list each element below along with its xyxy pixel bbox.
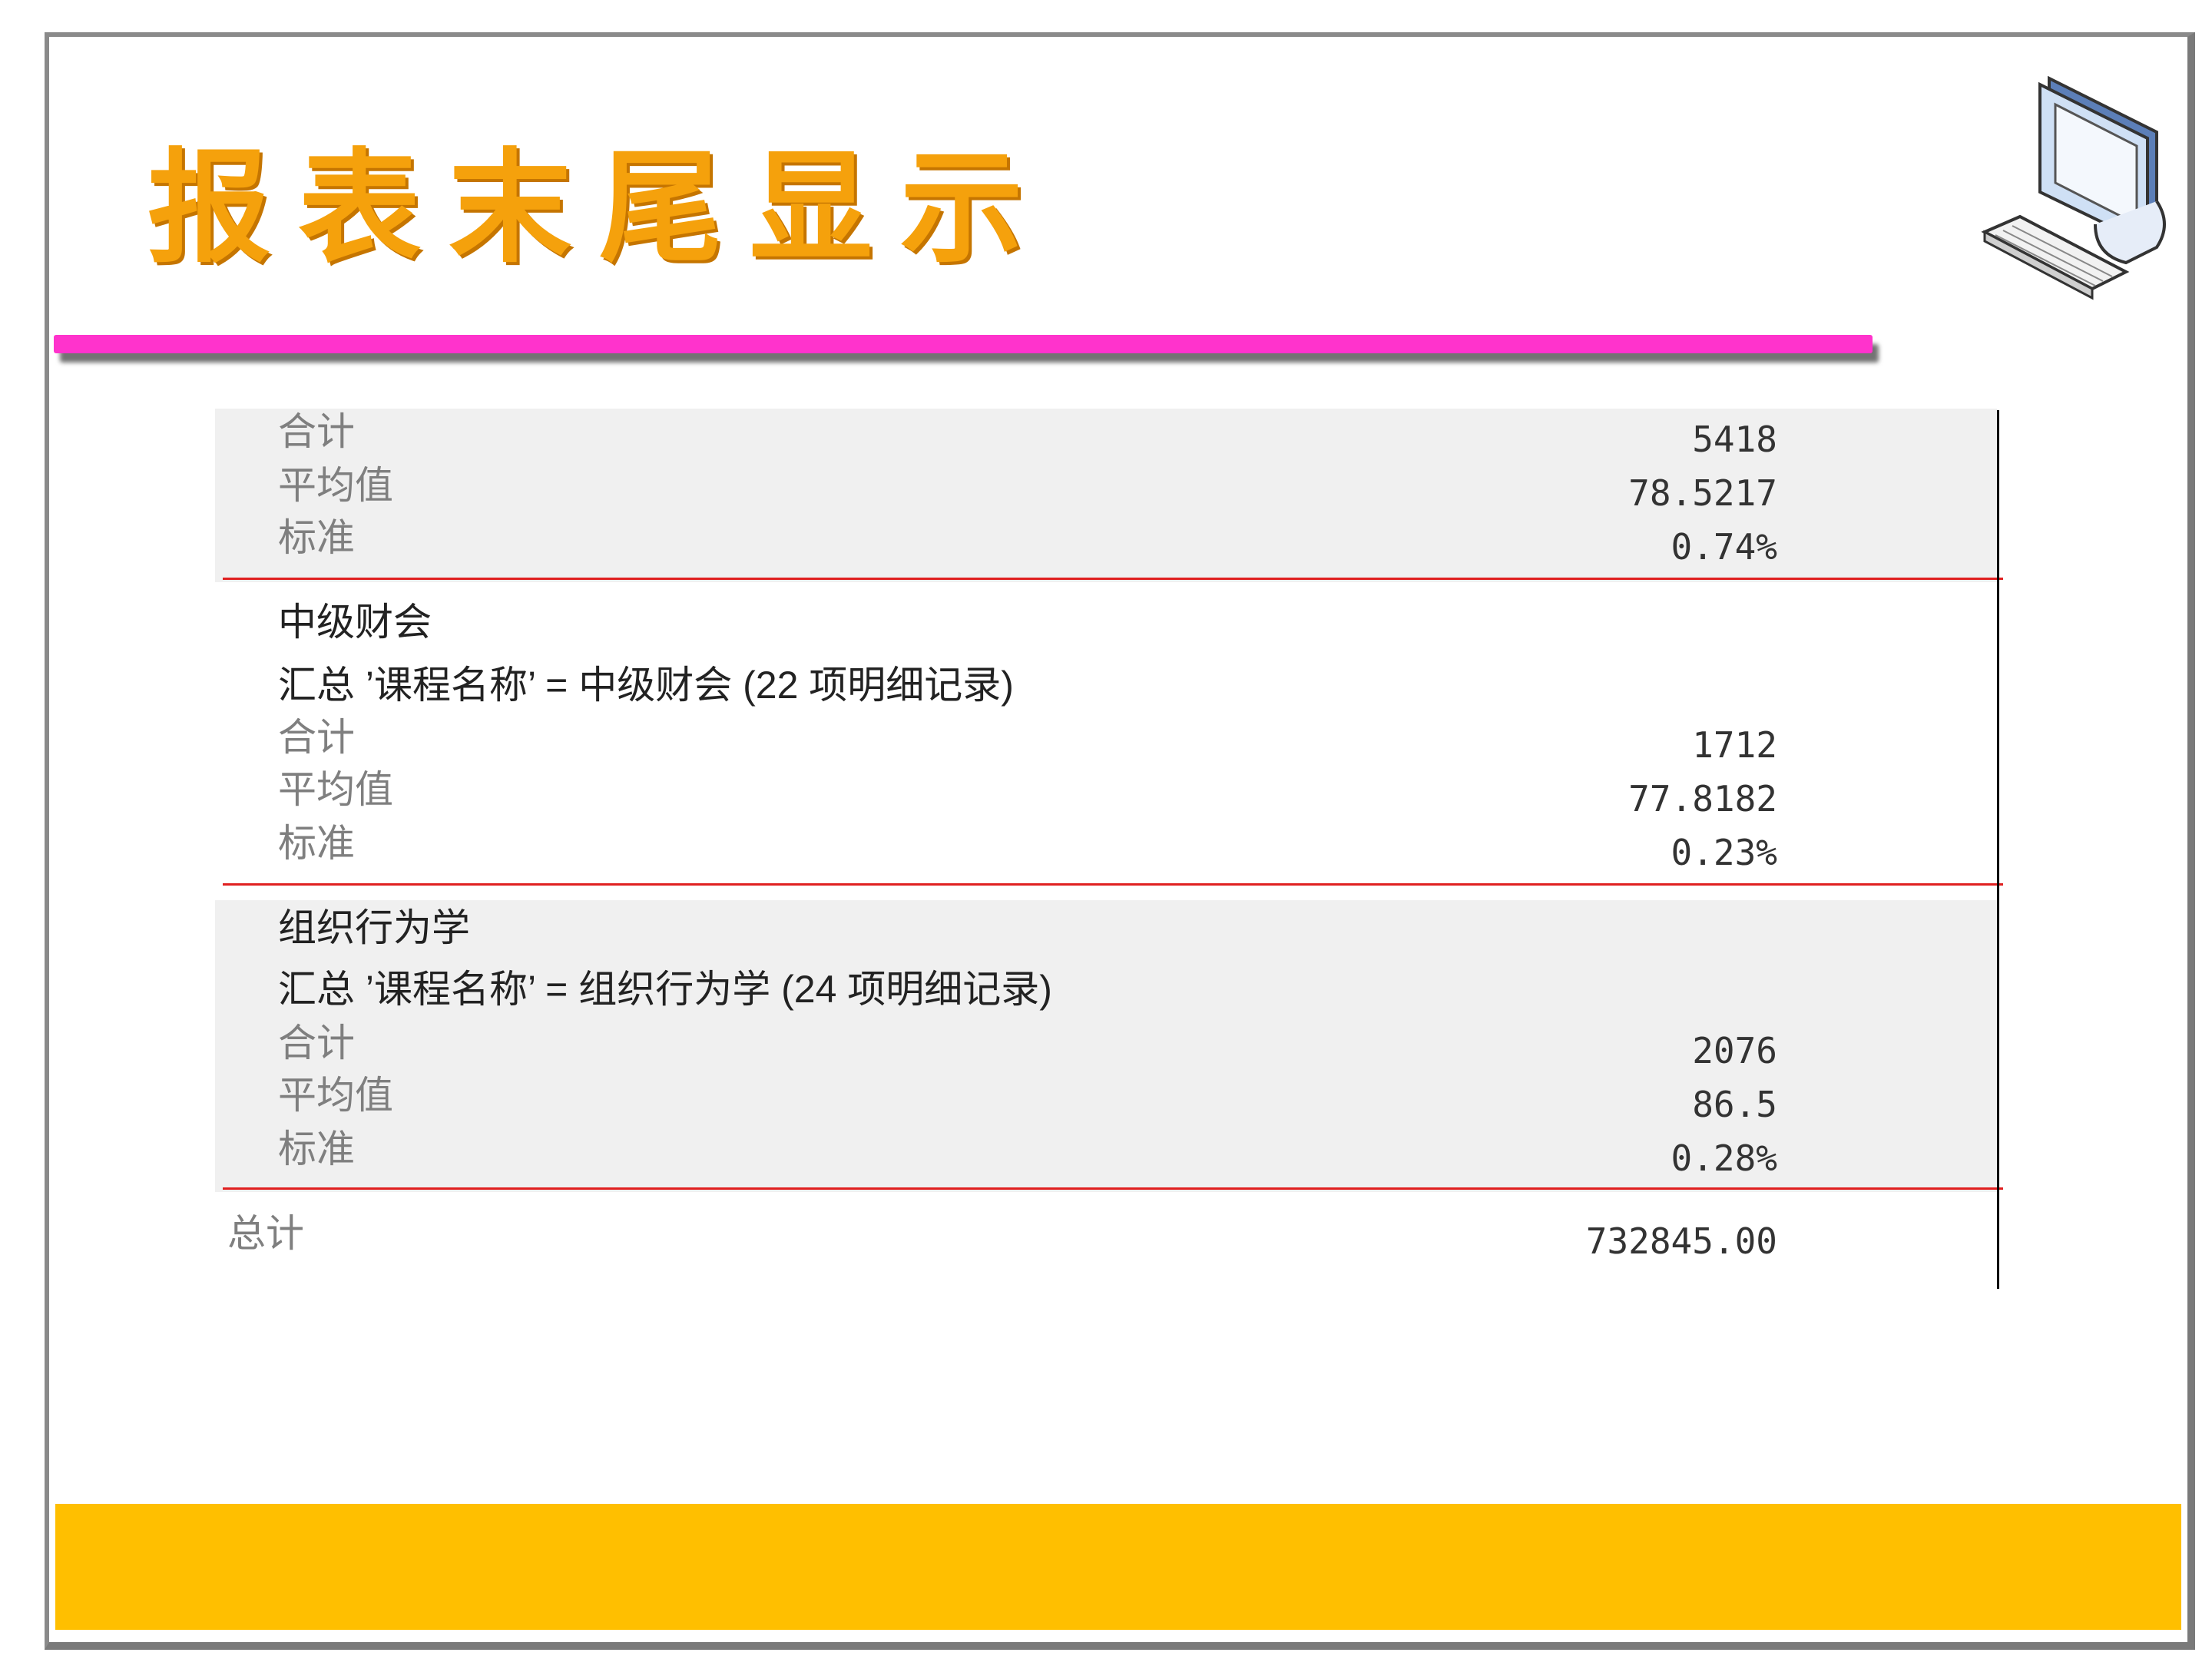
row-label: 平均值: [278, 464, 393, 507]
row-label: 标准: [278, 1128, 355, 1171]
group-separator: [223, 1187, 2003, 1190]
report-footer-preview: 合计 5418 平均值 78.5217 标准 0.74% 中级财会 汇总 ’课程…: [215, 409, 2005, 1292]
group-separator: [223, 883, 2003, 886]
grand-total-label: 总计: [227, 1212, 304, 1255]
row-label: 标准: [278, 822, 355, 865]
row-value: 0.23%: [1671, 832, 1777, 873]
row-label: 标准: [278, 516, 355, 559]
row-value: 78.5217: [1628, 472, 1777, 514]
row-value: 86.5: [1692, 1084, 1777, 1125]
row-label: 合计: [278, 716, 355, 759]
report-right-border: [1997, 410, 1999, 1289]
row-label: 合计: [278, 410, 355, 453]
row-value: 77.8182: [1628, 778, 1777, 820]
group-header: 组织行为学: [278, 906, 470, 949]
row-value: 0.74%: [1671, 526, 1777, 568]
row-value: 1712: [1692, 724, 1777, 766]
title-underline-bar: [54, 335, 1873, 353]
footer-bar: [55, 1504, 2181, 1630]
group-summary: 汇总 ’课程名称’ = 组织行为学 (24 项明细记录): [278, 968, 1052, 1011]
slide-title: 报表末尾显示: [147, 135, 1051, 280]
group-separator: [223, 578, 2003, 580]
desktop-computer-icon: [1981, 75, 2166, 300]
group-summary: 汇总 ’课程名称’ = 中级财会 (22 项明细记录): [278, 664, 1014, 707]
row-label: 合计: [278, 1022, 355, 1065]
row-label: 平均值: [278, 1074, 393, 1117]
row-value: 0.28%: [1671, 1137, 1777, 1179]
grand-total-value: 732845.00: [1585, 1220, 1777, 1262]
group-header: 中级财会: [278, 601, 432, 644]
row-value: 5418: [1692, 419, 1777, 460]
row-label: 平均值: [278, 768, 393, 811]
row-value: 2076: [1692, 1030, 1777, 1071]
